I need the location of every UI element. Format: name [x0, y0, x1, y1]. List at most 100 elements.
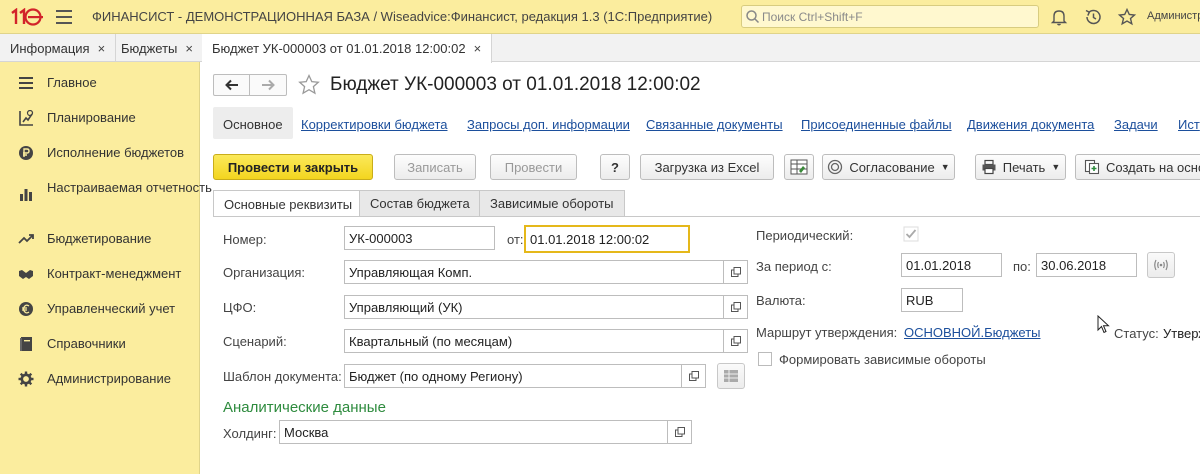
status-value: Утвержд [1163, 326, 1200, 341]
organization-label: Организация: [223, 265, 306, 280]
link-history[interactable]: Ист [1178, 117, 1200, 132]
printer-icon [982, 159, 996, 175]
link-info-requests[interactable]: Запросы доп. информации [467, 117, 630, 132]
sidebar-item-label: Настраиваемая отчетность [47, 180, 212, 195]
favorites-star-icon[interactable] [1117, 7, 1137, 27]
sidebar-item-label: Справочники [47, 336, 126, 351]
spreadsheet-button[interactable] [784, 154, 814, 180]
periodic-checkbox[interactable] [903, 226, 919, 242]
link-tasks[interactable]: Задачи [1114, 117, 1158, 132]
tab-information[interactable]: Информация × [0, 34, 117, 62]
dependent-turnovers-label: Формировать зависимые обороты [779, 352, 986, 367]
period-from-field[interactable]: 01.01.2018 [901, 253, 1002, 277]
sections-sidebar: Главное Планирование Исполнение бюджетов… [0, 62, 212, 474]
main-menu-button[interactable] [56, 10, 72, 24]
route-label: Маршрут утверждения: [756, 325, 898, 340]
sidebar-item-label: Планирование [47, 110, 136, 125]
holding-open-button[interactable] [668, 420, 692, 444]
template-fill-button[interactable] [717, 363, 745, 389]
add-to-favorites-icon[interactable] [297, 73, 321, 97]
ruble-icon [19, 146, 33, 160]
open-icon [674, 427, 685, 437]
close-icon[interactable]: × [185, 41, 193, 56]
planning-icon [19, 110, 34, 126]
bar-chart-icon [20, 189, 32, 201]
period-to-field[interactable]: 30.06.2018 [1036, 253, 1137, 277]
open-icon [730, 336, 741, 346]
chevron-down-icon: ▼ [1051, 162, 1061, 172]
tab-label: Информация [10, 40, 90, 56]
link-attached-files[interactable]: Присоединенные файлы [801, 117, 952, 132]
sidebar-item-label: Бюджетирование [47, 231, 152, 246]
route-link[interactable]: ОСНОВНОЙ.Бюджеты [904, 325, 1041, 340]
cfo-open-button[interactable] [724, 295, 748, 319]
global-search[interactable] [741, 5, 1039, 28]
create-based-icon [1084, 159, 1100, 175]
tab-budget-composition[interactable]: Состав бюджета [359, 190, 481, 216]
organization-open-button[interactable] [724, 260, 748, 284]
analytics-section-title: Аналитические данные [223, 399, 386, 416]
approval-dropdown-button[interactable]: Согласование ▼ [822, 154, 955, 180]
euro-icon [19, 302, 33, 316]
number-label: Номер: [223, 232, 267, 247]
mouse-cursor-icon [1097, 315, 1110, 334]
post-button[interactable]: Провести [490, 154, 577, 180]
link-related-documents[interactable]: Связанные документы [646, 117, 783, 132]
scenario-label: Сценарий: [223, 334, 287, 349]
close-icon[interactable]: × [98, 41, 106, 56]
history-icon[interactable] [1083, 7, 1103, 27]
create-based-on-button[interactable]: Создать на осно [1075, 154, 1200, 180]
menu-lines-icon [19, 77, 33, 89]
cfo-label: ЦФО: [223, 300, 257, 315]
scenario-open-button[interactable] [724, 329, 748, 353]
dependent-turnovers-checkbox[interactable] [758, 352, 772, 366]
tab-budgets[interactable]: Бюджеты × [111, 34, 204, 62]
sidebar-item-label: Исполнение бюджетов [47, 145, 185, 160]
sidebar-item-label: Главное [47, 75, 97, 90]
back-button[interactable] [214, 75, 250, 95]
save-button[interactable]: Записать [394, 154, 476, 180]
gear-icon [18, 371, 34, 387]
post-and-close-button[interactable]: Провести и закрыть [213, 154, 373, 180]
bell-icon[interactable] [1049, 7, 1069, 27]
approval-label: Согласование [849, 159, 935, 175]
book-icon [20, 337, 32, 351]
arrow-right-icon [262, 79, 275, 91]
currency-field[interactable]: RUB [901, 288, 963, 312]
help-button[interactable]: ? [600, 154, 630, 180]
period-select-button[interactable] [1147, 252, 1175, 278]
tab-dependent-turnovers[interactable]: Зависимые обороты [479, 190, 625, 216]
1c-logo[interactable] [8, 8, 44, 26]
close-icon[interactable]: × [474, 41, 482, 56]
chevron-down-icon: ▼ [940, 162, 950, 172]
organization-field[interactable]: Управляющая Комп. [344, 260, 724, 284]
link-document-movements[interactable]: Движения документа [967, 117, 1094, 132]
link-main[interactable]: Основное [213, 107, 293, 139]
period-icon [1154, 259, 1168, 271]
holding-field[interactable]: Москва [279, 420, 668, 444]
sidebar-item-label: Администрирование [47, 371, 171, 386]
template-open-button[interactable] [682, 364, 706, 388]
user-name[interactable]: Администр [1147, 10, 1200, 22]
tab-label: Бюджет УК-000003 от 01.01.2018 12:00:02 [212, 41, 466, 56]
date-field[interactable]: 01.01.2018 12:00:02 [524, 225, 690, 253]
grid-icon [724, 370, 738, 382]
print-dropdown-button[interactable]: Печать ▼ [975, 154, 1066, 180]
tab-budget-document[interactable]: Бюджет УК-000003 от 01.01.2018 12:00:02 … [202, 34, 493, 63]
scenario-field[interactable]: Квартальный (по месяцам) [344, 329, 724, 353]
period-to-label: по: [1013, 259, 1031, 274]
search-input[interactable] [762, 8, 1032, 25]
cfo-field[interactable]: Управляющий (УК) [344, 295, 724, 319]
excel-import-button[interactable]: Загрузка из Excel [640, 154, 774, 180]
link-budget-corrections[interactable]: Корректировки бюджета [301, 117, 448, 132]
tabs-divider [213, 216, 1200, 217]
arrow-left-icon [224, 79, 238, 91]
tab-main-details[interactable]: Основные реквизиты [213, 190, 364, 217]
print-label: Печать [1002, 159, 1046, 175]
number-field[interactable]: УК-000003 [344, 226, 495, 250]
template-field[interactable]: Бюджет (по одному Региону) [344, 364, 682, 388]
forward-button[interactable] [250, 75, 286, 95]
sidebar-item-label: Контракт-менеджмент [47, 266, 182, 281]
period-from-label: За период с: [756, 259, 832, 274]
document-form: Бюджет УК-000003 от 01.01.2018 12:00:02 … [201, 62, 1200, 474]
